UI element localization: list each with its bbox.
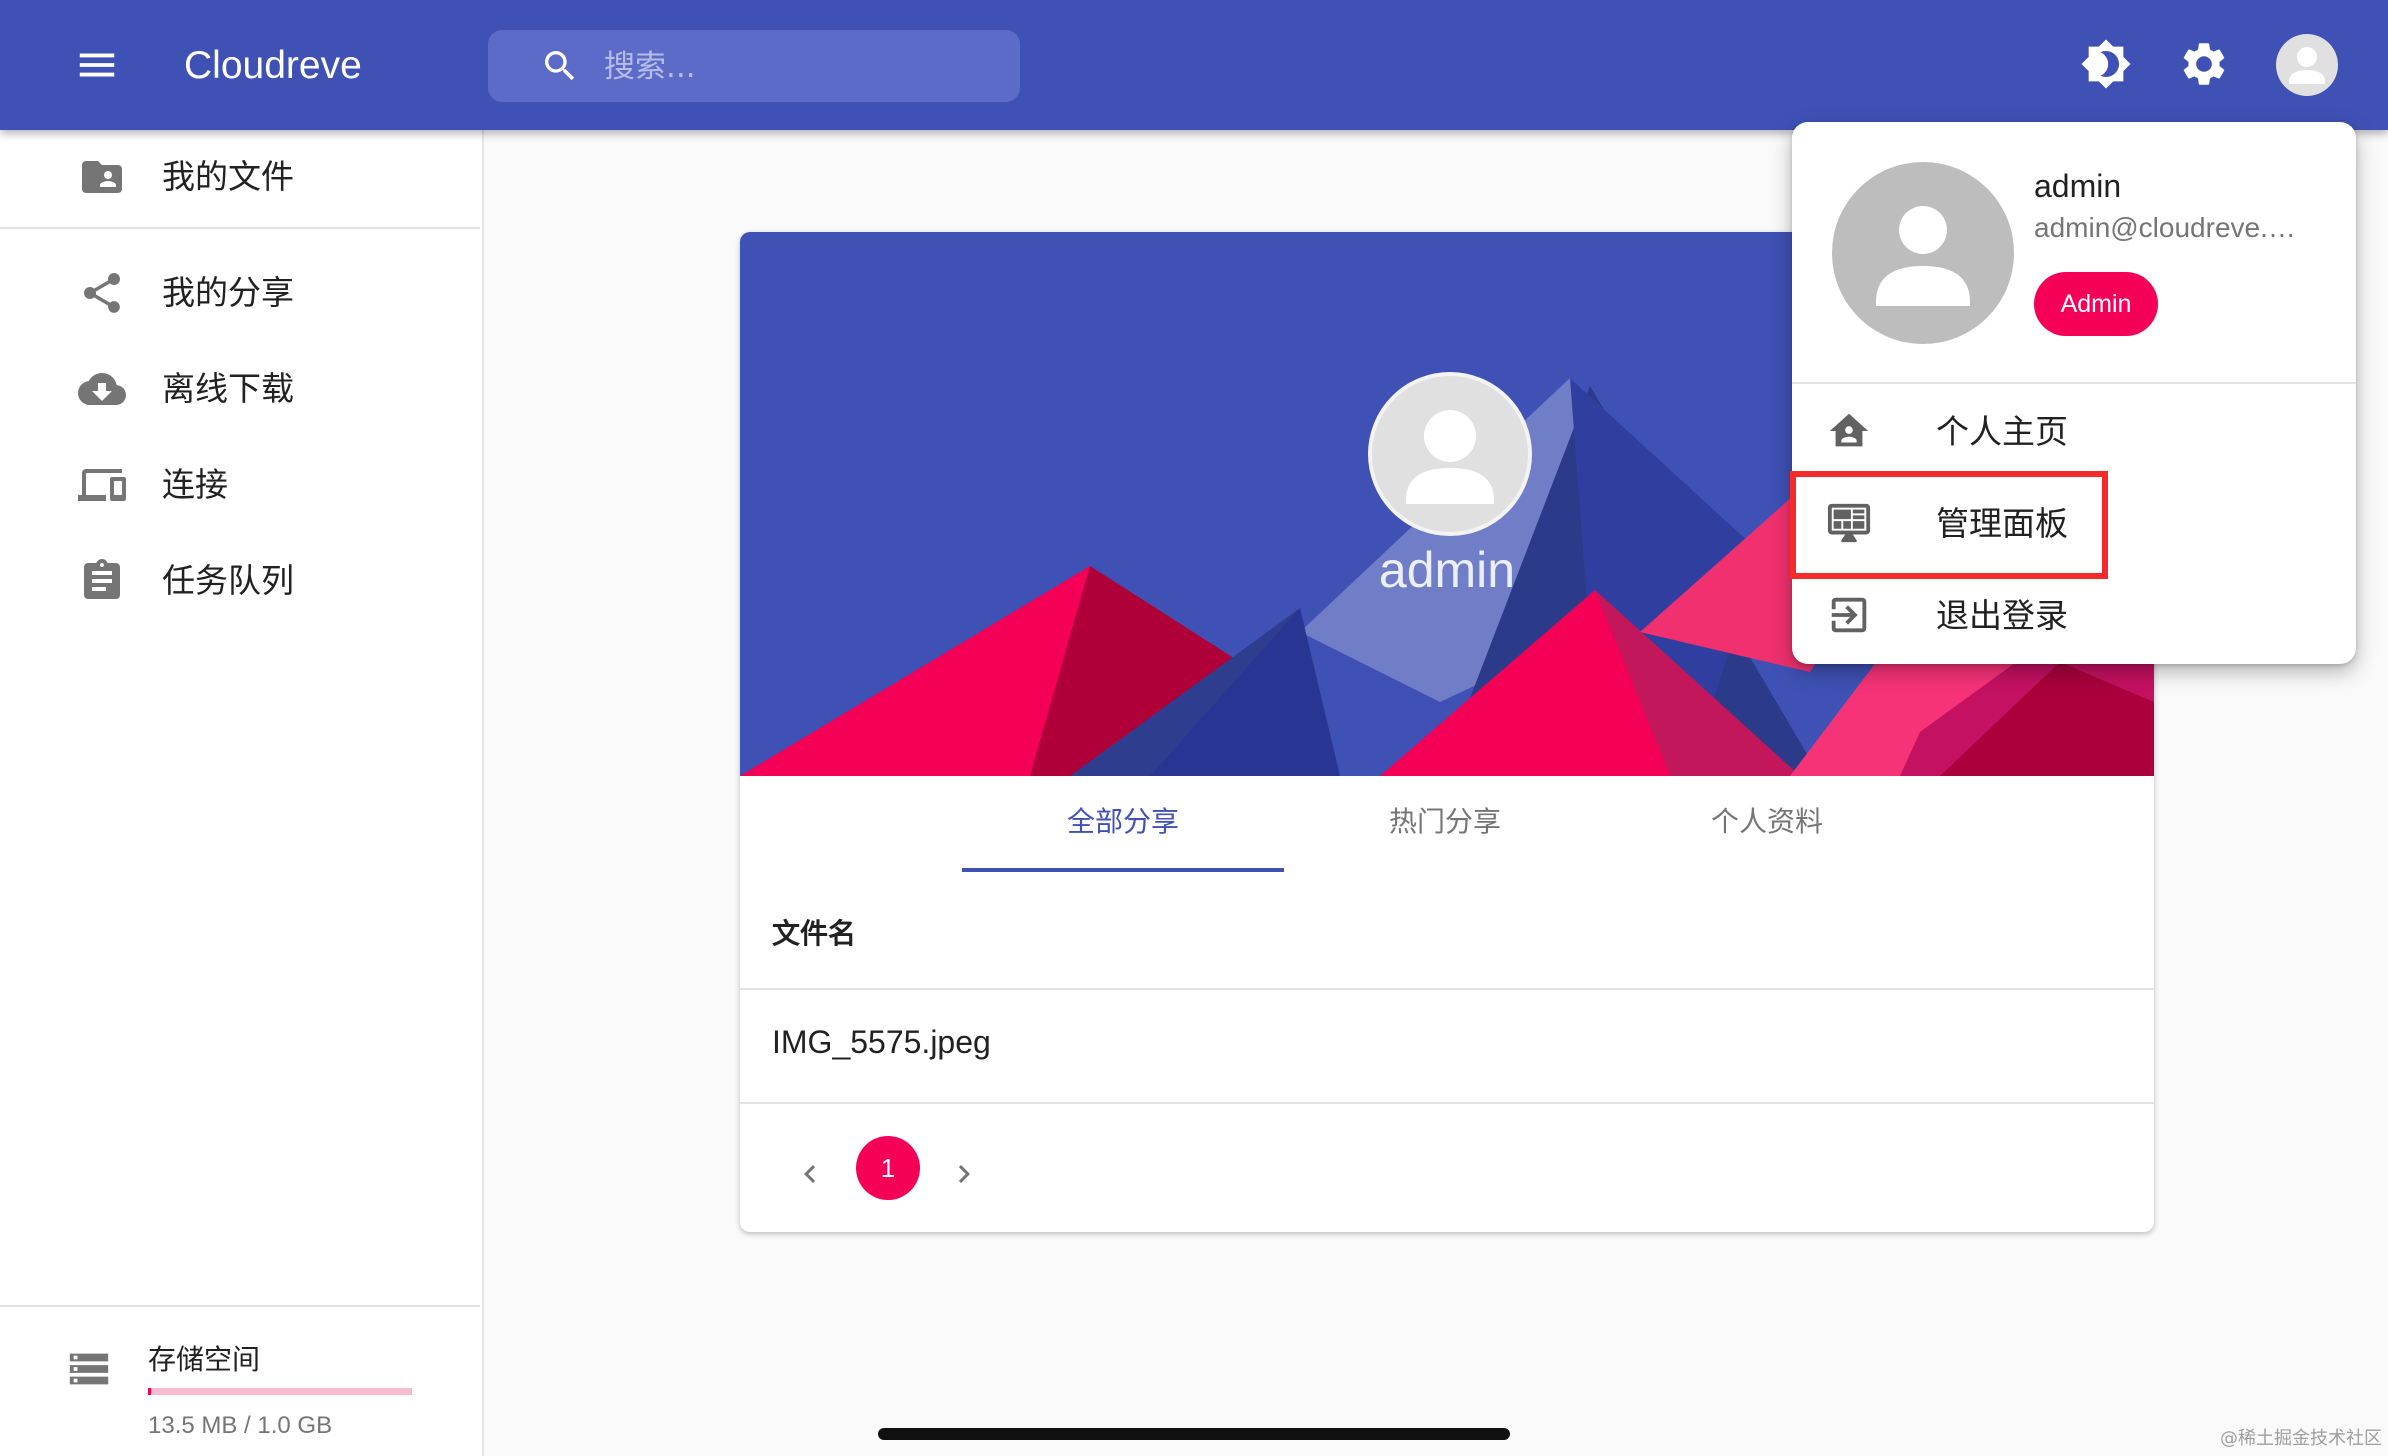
sidebar-item-label: 任务队列 (162, 561, 294, 600)
tab-all-shares[interactable]: 全部分享 (962, 800, 1284, 840)
chevron-right-icon[interactable] (946, 1156, 982, 1192)
sidebar-item-label: 离线下载 (162, 369, 294, 408)
menu-item-admin-panel[interactable]: 管理面板 (1792, 478, 2356, 570)
profile-avatar (1368, 372, 1532, 536)
devices-icon (78, 461, 126, 509)
menu-item-profile-home[interactable]: 个人主页 (1792, 386, 2356, 478)
sidebar-divider (0, 227, 480, 229)
sidebar-item-offline-download[interactable]: 离线下载 (0, 342, 480, 436)
account-icon (1406, 410, 1494, 504)
role-badge: Admin (2034, 272, 2158, 336)
share-icon (78, 269, 126, 317)
search-box[interactable] (488, 30, 1020, 102)
storage-icon (66, 1346, 112, 1392)
column-header-filename[interactable]: 文件名 (772, 912, 856, 952)
clipboard-list-icon (78, 557, 126, 605)
theme-toggle-icon[interactable] (2080, 38, 2132, 90)
chevron-left-icon[interactable] (792, 1156, 828, 1192)
search-icon (540, 46, 580, 86)
pagination-page-button[interactable]: 1 (856, 1136, 920, 1200)
account-circle-icon (2289, 47, 2325, 84)
logout-icon (1826, 592, 1872, 638)
monitor-dashboard-icon (1826, 500, 1872, 546)
user-menu-popover: admin admin@cloudreve.… Admin 个人主页 管理面板 … (1792, 122, 2356, 664)
table-divider (740, 1102, 2154, 1104)
menu-item-logout[interactable]: 退出登录 (1792, 570, 2356, 662)
account-icon (1876, 206, 1970, 306)
storage-title: 存储空间 (148, 1343, 261, 1376)
storage-divider (0, 1305, 480, 1307)
tab-profile-info[interactable]: 个人资料 (1606, 800, 1928, 840)
folder-account-icon (78, 153, 126, 201)
tab-hot-shares[interactable]: 热门分享 (1284, 800, 1606, 840)
search-input[interactable] (602, 44, 986, 90)
sidebar-item-my-files[interactable]: 我的文件 (0, 130, 480, 224)
menu-item-label: 个人主页 (1936, 412, 2068, 451)
storage-usage-text: 13.5 MB / 1.0 GB (148, 1412, 333, 1439)
sidebar-item-task-queue[interactable]: 任务队列 (0, 534, 480, 628)
menu-item-label: 管理面板 (1936, 504, 2068, 543)
storage-progress-fill (148, 1388, 152, 1395)
sidebar-item-label: 我的文件 (162, 157, 294, 196)
storage-progress-bar (148, 1388, 412, 1395)
table-row[interactable]: IMG_5575.jpeg (740, 990, 2154, 1102)
user-menu-username: admin (2034, 168, 2122, 204)
sidebar-item-label: 我的分享 (162, 273, 294, 312)
sidebar-item-label: 连接 (162, 465, 228, 504)
sidebar-item-connect[interactable]: 连接 (0, 438, 480, 532)
cloud-download-icon (78, 365, 126, 413)
app-bar: Cloudreve (0, 0, 2388, 130)
menu-item-label: 退出登录 (1936, 596, 2068, 635)
app-title[interactable]: Cloudreve (184, 40, 362, 92)
user-menu-divider (1792, 382, 2356, 384)
gear-icon[interactable] (2178, 38, 2230, 90)
user-menu-avatar (1832, 162, 2014, 344)
sidebar-item-my-shares[interactable]: 我的分享 (0, 246, 480, 340)
account-avatar-button[interactable] (2276, 34, 2338, 96)
file-name[interactable]: IMG_5575.jpeg (772, 1024, 991, 1061)
account-home-icon (1826, 408, 1872, 454)
watermark: @稀土掘金技术社区 (2220, 1428, 2382, 1449)
menu-icon[interactable] (74, 42, 120, 88)
tab-indicator (962, 868, 1284, 872)
sidebar: 我的文件 我的分享 离线下载 连接 任务队列 存储空间 13.5 MB / 1.… (0, 130, 484, 1456)
user-menu-email: admin@cloudreve.… (2034, 212, 2296, 243)
home-indicator (878, 1428, 1510, 1440)
